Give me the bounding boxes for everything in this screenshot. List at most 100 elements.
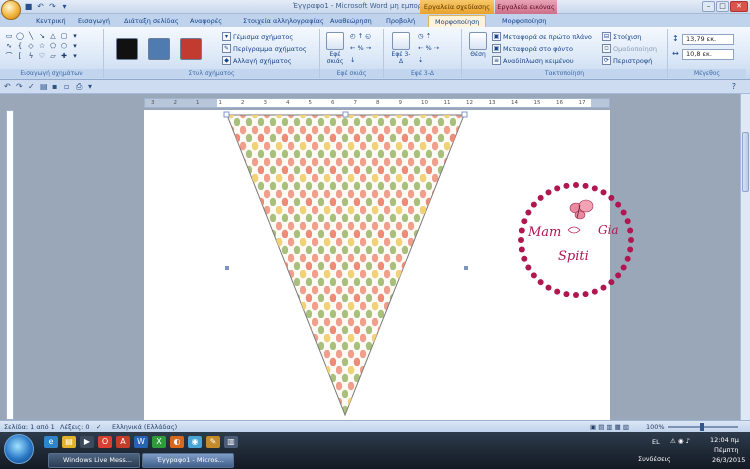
- cross-shape-icon[interactable]: ✚: [59, 52, 69, 61]
- style-swatch-blue[interactable]: [148, 38, 170, 60]
- scrollbar-thumb[interactable]: [742, 132, 749, 192]
- excel-icon[interactable]: X: [152, 436, 166, 448]
- shape-outline-button[interactable]: ✎ Περίγραμμα σχήματος: [222, 44, 307, 53]
- bracket-shape-icon[interactable]: [: [15, 52, 25, 61]
- language-tray[interactable]: EL: [652, 438, 660, 446]
- clock-time[interactable]: 12:04 πμ: [710, 436, 739, 444]
- firefox-icon[interactable]: ◐: [170, 436, 184, 448]
- scroll-down-icon[interactable]: ▾: [70, 42, 80, 51]
- 3d-effects-button[interactable]: Εφέ 3-Δ: [390, 32, 412, 65]
- messenger-icon[interactable]: ◉: [188, 436, 202, 448]
- redo-icon[interactable]: ↷: [16, 82, 23, 91]
- pentagon-shape-icon[interactable]: ⬠: [48, 42, 58, 51]
- hexagon-shape-icon[interactable]: ⬡: [59, 42, 69, 51]
- taskbar-button-word[interactable]: Έγγραφο1 - Micros...: [142, 453, 234, 468]
- position-button[interactable]: Θέση: [466, 32, 490, 58]
- zoom-level[interactable]: 100%: [646, 423, 665, 431]
- tab-references[interactable]: Αναφορές: [190, 15, 222, 27]
- ie-icon[interactable]: e: [44, 436, 58, 448]
- opera-icon[interactable]: O: [98, 436, 112, 448]
- explorer-icon[interactable]: ▥: [224, 436, 238, 448]
- selection-handle[interactable]: [223, 111, 230, 118]
- tab-home[interactable]: Κεντρική: [36, 15, 66, 27]
- proofing-icon[interactable]: ✓: [96, 423, 101, 431]
- shapes-gallery[interactable]: ▭ ◯ ╲ ↘ △ ▢ ▾ ∿ { ◇ ☆ ⬠ ⬡ ▾ ⌒ [ ϟ ♡ ▱ ✚ …: [4, 32, 82, 61]
- vertical-ruler[interactable]: [6, 110, 14, 420]
- line-shape-icon[interactable]: ╲: [26, 32, 36, 41]
- diamond-shape-icon[interactable]: ◇: [26, 42, 36, 51]
- group-button[interactable]: ⧉ Ομαδοποίηση: [602, 44, 657, 53]
- tilt-down-icon[interactable]: ⇣: [418, 56, 423, 64]
- ellipse-shape-icon[interactable]: ◯: [15, 32, 25, 41]
- save-icon[interactable]: ▪: [52, 82, 57, 91]
- brace-shape-icon[interactable]: {: [15, 42, 25, 51]
- nudge-shadow-icon[interactable]: ← % →: [350, 44, 371, 52]
- tab-format-picture[interactable]: Μορφοποίηση: [502, 15, 546, 27]
- folder-icon[interactable]: ▤: [62, 436, 76, 448]
- selection-handle[interactable]: [225, 266, 229, 270]
- shape-width-input[interactable]: 10,8 εκ.: [682, 49, 734, 60]
- undo-icon[interactable]: ↶: [4, 82, 11, 91]
- acrobat-icon[interactable]: A: [116, 436, 130, 448]
- close-button[interactable]: ✕: [730, 1, 748, 12]
- heart-shape-icon[interactable]: ♡: [37, 52, 47, 61]
- selection-handle[interactable]: [461, 111, 468, 118]
- callout-shape-icon[interactable]: ▱: [48, 52, 58, 61]
- shadow-effects-button[interactable]: Εφέ σκιάς: [324, 32, 346, 65]
- style-swatch-red[interactable]: [180, 38, 202, 60]
- media-icon[interactable]: ▶: [80, 436, 94, 448]
- bring-to-front-button[interactable]: ▣ Μεταφορά σε πρώτο πλάνο: [492, 32, 592, 41]
- tab-insert[interactable]: Εισαγωγή: [78, 15, 110, 27]
- shape-height-input[interactable]: 13,79 εκ.: [682, 34, 734, 45]
- help-icon[interactable]: ?: [732, 82, 736, 91]
- text-wrapping-button[interactable]: ≡ Αναδίπλωση κειμένου: [492, 56, 574, 65]
- office-button[interactable]: [1, 0, 21, 20]
- tab-review[interactable]: Αναθεώρηση: [330, 15, 372, 27]
- paint-icon[interactable]: ✎: [206, 436, 220, 448]
- tab-view[interactable]: Προβολή: [386, 15, 415, 27]
- tab-format-drawing[interactable]: Μορφοποίηση: [428, 15, 487, 27]
- star-shape-icon[interactable]: ☆: [37, 42, 47, 51]
- quick-access-more-icon[interactable]: ▾: [88, 82, 92, 91]
- open-icon[interactable]: ▫: [64, 82, 69, 91]
- page-count[interactable]: Σελίδα: 1 από 1: [4, 423, 55, 431]
- tilt-up-icon[interactable]: ◷ ⇡: [418, 32, 431, 40]
- print-preview-icon[interactable]: ▤: [40, 82, 48, 91]
- print-icon[interactable]: ⎙: [76, 82, 82, 92]
- send-to-back-button[interactable]: ▣ Μεταφορά στο φόντο: [492, 44, 573, 53]
- expand-gallery-icon[interactable]: ▾: [70, 52, 80, 61]
- lightning-shape-icon[interactable]: ϟ: [26, 52, 36, 61]
- minimize-button[interactable]: –: [702, 1, 715, 12]
- start-button[interactable]: [4, 434, 34, 464]
- tray-icons[interactable]: ⚠ ◉ ♪: [670, 437, 690, 445]
- rect-shape-icon[interactable]: ▭: [4, 32, 14, 41]
- nudge-shadow-up-icon[interactable]: ◴ ↑ ◵: [350, 32, 371, 40]
- language-indicator[interactable]: Ελληνικά (Ελλάδας): [112, 423, 177, 431]
- maximize-button[interactable]: □: [716, 1, 729, 12]
- vertical-scrollbar[interactable]: [740, 94, 750, 420]
- word-icon[interactable]: W: [134, 436, 148, 448]
- selection-handle[interactable]: [342, 111, 349, 118]
- rounded-shape-icon[interactable]: ▢: [59, 32, 69, 41]
- horizontal-ruler[interactable]: 3 2 1 1 2 3 4 5 6 7 8 9 10 11 12 13 14 15 16 17: [144, 98, 610, 108]
- rotate-button[interactable]: ⟳ Περιστροφή: [602, 56, 652, 65]
- align-button[interactable]: ⊟ Στοίχιση: [602, 32, 641, 41]
- nudge-shadow-down-icon[interactable]: ↓: [350, 56, 355, 64]
- change-shape-button[interactable]: ◆ Αλλαγή σχήματος: [222, 56, 292, 65]
- arrow-shape-icon[interactable]: ↘: [37, 32, 47, 41]
- selection-handle[interactable]: [464, 266, 468, 270]
- curve-shape-icon[interactable]: ∿: [4, 42, 14, 51]
- taskbar-button-messenger[interactable]: Windows Live Mess...: [48, 453, 140, 468]
- word-count[interactable]: Λέξεις: 0: [60, 423, 90, 431]
- zoom-slider-knob[interactable]: [700, 423, 704, 431]
- connections-label[interactable]: Συνδέσεις: [638, 455, 671, 463]
- more-shapes-icon[interactable]: ▾: [70, 32, 80, 41]
- arc-shape-icon[interactable]: ⌒: [4, 52, 14, 61]
- tab-mailings[interactable]: Στοιχεία αλληλογραφίας: [243, 15, 324, 27]
- tab-page-layout[interactable]: Διάταξη σελίδας: [124, 15, 179, 27]
- shape-fill-button[interactable]: ▾ Γέμισμα σχήματος: [222, 32, 293, 41]
- style-swatch-black[interactable]: [116, 38, 138, 60]
- view-buttons[interactable]: ▣ ▤ ▥ ▦ ▧: [590, 423, 629, 431]
- triangle-shape-icon[interactable]: △: [48, 32, 58, 41]
- tilt-sideways-icon[interactable]: ⇠ % ⇢: [418, 44, 439, 52]
